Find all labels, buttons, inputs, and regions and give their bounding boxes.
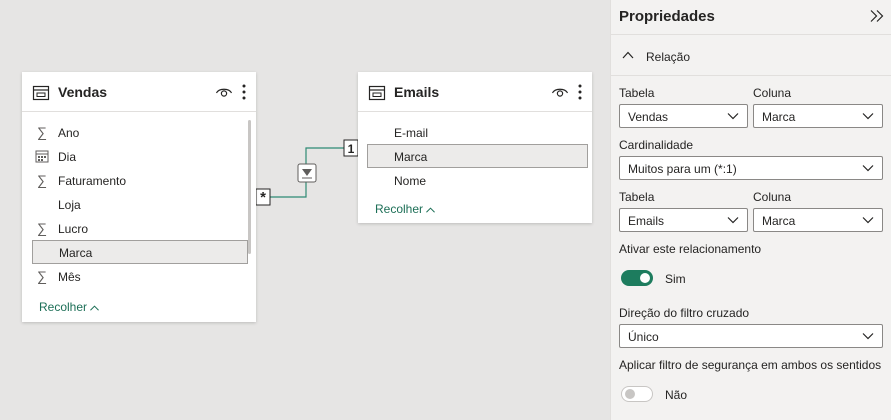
collapse-link[interactable]: Recolher (39, 300, 99, 314)
eye-icon[interactable] (215, 85, 233, 99)
table1-label: Tabela (619, 86, 655, 100)
column2-dropdown[interactable]: Marca (753, 208, 883, 232)
table-card-emails[interactable]: Emails E-mail Marca Nome Recolher (358, 72, 592, 223)
many-marker: * (255, 188, 271, 206)
table-title: Emails (394, 84, 440, 100)
chevron-up-icon (90, 305, 99, 311)
more-options-icon[interactable] (577, 83, 583, 101)
one-marker: 1 (343, 139, 359, 157)
security-toggle[interactable] (621, 386, 653, 402)
table-header[interactable]: Vendas (22, 72, 256, 112)
security-state: Não (665, 388, 688, 402)
sigma-icon: ∑ (37, 220, 47, 236)
sigma-icon: ∑ (37, 124, 47, 140)
table-card-vendas[interactable]: Vendas ∑ Ano Dia ∑ Faturamento Loja ∑ Lu… (22, 72, 256, 322)
field-dia[interactable]: Dia (32, 145, 248, 168)
chevron-up-icon (426, 207, 435, 213)
chevron-down-icon (862, 333, 874, 340)
svg-text:1: 1 (348, 142, 355, 156)
field-loja[interactable]: Loja (32, 193, 248, 216)
scrollbar[interactable] (248, 120, 251, 254)
toggle-knob (640, 273, 650, 283)
column1-label: Coluna (753, 86, 792, 100)
field-ano[interactable]: ∑ Ano (32, 121, 248, 144)
sigma-icon: ∑ (37, 172, 47, 188)
table2-label: Tabela (619, 190, 655, 204)
eye-icon[interactable] (551, 85, 569, 99)
chevron-down-icon (862, 113, 874, 120)
table2-dropdown[interactable]: Emails (619, 208, 748, 232)
table-header[interactable]: Emails (358, 72, 592, 112)
field-mes[interactable]: ∑ Mês (32, 265, 248, 288)
table-icon (368, 85, 386, 101)
chevron-down-icon (727, 217, 739, 224)
section-relacao[interactable]: Relação (619, 44, 891, 72)
collapse-link[interactable]: Recolher (375, 202, 435, 216)
chevron-down-icon (727, 113, 739, 120)
security-label: Aplicar filtro de segurança em ambos os … (619, 358, 882, 372)
cross-filter-label: Direção do filtro cruzado (619, 306, 750, 320)
column2-label: Coluna (753, 190, 792, 204)
table1-dropdown[interactable]: Vendas (619, 104, 748, 128)
cross-filter-dropdown[interactable]: Único (619, 324, 883, 348)
double-chevron-right-icon[interactable] (869, 9, 885, 23)
cardinality-label: Cardinalidade (619, 138, 694, 152)
table-icon (32, 85, 50, 101)
chevron-up-icon (622, 51, 634, 59)
field-lucro[interactable]: ∑ Lucro (32, 217, 248, 240)
filter-direction-icon[interactable] (297, 163, 317, 183)
more-options-icon[interactable] (241, 83, 247, 101)
activate-label: Ativar este relacionamento (619, 242, 762, 256)
toggle-knob (625, 389, 635, 399)
model-canvas[interactable]: * 1 Vendas ∑ Ano Dia ∑ Faturamento Loja … (0, 0, 610, 420)
sigma-icon: ∑ (37, 268, 47, 284)
column1-dropdown[interactable]: Marca (753, 104, 883, 128)
field-email[interactable]: E-mail (368, 121, 584, 144)
svg-text:*: * (260, 189, 266, 206)
field-marca[interactable]: Marca (367, 144, 588, 168)
divider (611, 34, 891, 35)
cardinality-dropdown[interactable]: Muitos para um (*:1) (619, 156, 883, 180)
activate-toggle[interactable] (621, 270, 653, 286)
properties-panel: Propriedades Relação Tabela Coluna Venda… (610, 0, 891, 420)
field-nome[interactable]: Nome (368, 169, 584, 192)
chevron-down-icon (862, 217, 874, 224)
table-title: Vendas (58, 84, 108, 100)
calendar-icon (35, 150, 49, 163)
chevron-down-icon (862, 165, 874, 172)
activate-state: Sim (665, 272, 686, 286)
field-marca[interactable]: Marca (32, 240, 248, 264)
field-faturamento[interactable]: ∑ Faturamento (32, 169, 248, 192)
panel-title: Propriedades (619, 8, 715, 25)
divider (611, 75, 891, 76)
